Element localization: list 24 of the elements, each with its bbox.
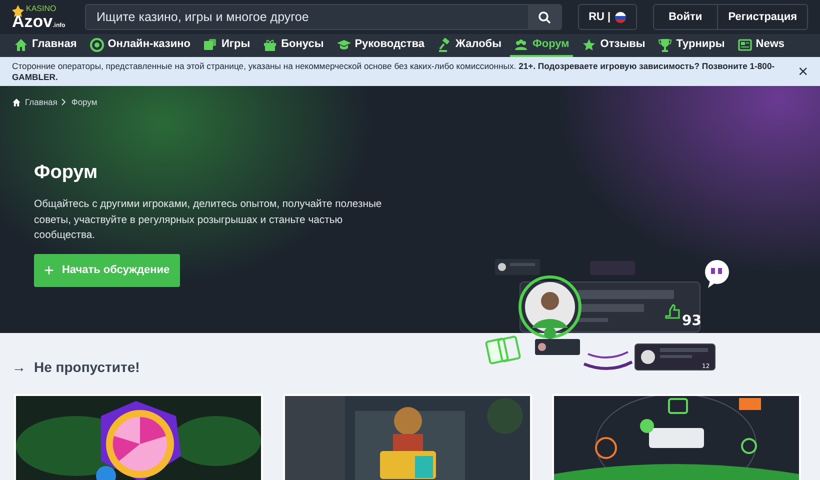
nav-tab[interactable]: Жалобы <box>434 34 506 57</box>
breadcrumb-link[interactable]: Форум <box>71 96 98 109</box>
nav-tab[interactable]: Бонусы <box>259 34 328 57</box>
breadcrumb-link[interactable]: Главная <box>25 96 58 109</box>
nav-tab[interactable]: Главная <box>10 34 81 57</box>
disclaimer-text: Сторонние операторы, представленные на этой странице, указаны на некоммерческой основе без каких-либо комиссионных. 21+. Подозреваете игровую зависимость? Позвоните 1-800-GAMBLER. <box>12 60 776 82</box>
register-button[interactable]: Регистрация <box>718 4 808 30</box>
hero-description: Общайтесь с другими игроками, делитесь опытом, получайте полезные советы, участвуйте в регулярных розыгрышах и станьте частью сообщества. <box>34 198 383 244</box>
nav-tab[interactable]: Отзывы <box>578 34 650 57</box>
login-button[interactable]: Войти <box>652 4 718 30</box>
nav-tab[interactable]: News <box>734 34 789 57</box>
likes-count: 93 <box>682 313 702 329</box>
section-title: Не пропустите! <box>34 358 140 377</box>
nav-tab[interactable]: Турниры <box>654 34 729 57</box>
nav-tab[interactable]: Руководства <box>332 34 429 57</box>
search-field[interactable]: Ищите казино, игры и многое другое <box>85 4 528 30</box>
logo-tagline: KASINO <box>26 4 58 12</box>
page-title: Форум <box>34 160 99 185</box>
arrow-icon: → <box>12 357 26 378</box>
nav-tab[interactable]: Игры <box>199 34 254 57</box>
close-button[interactable]: × <box>798 63 808 80</box>
language-button[interactable]: RU | <box>578 4 637 30</box>
logo-text: Azov <box>12 12 53 30</box>
nav-tab[interactable]: Онлайн-казино <box>86 34 194 57</box>
